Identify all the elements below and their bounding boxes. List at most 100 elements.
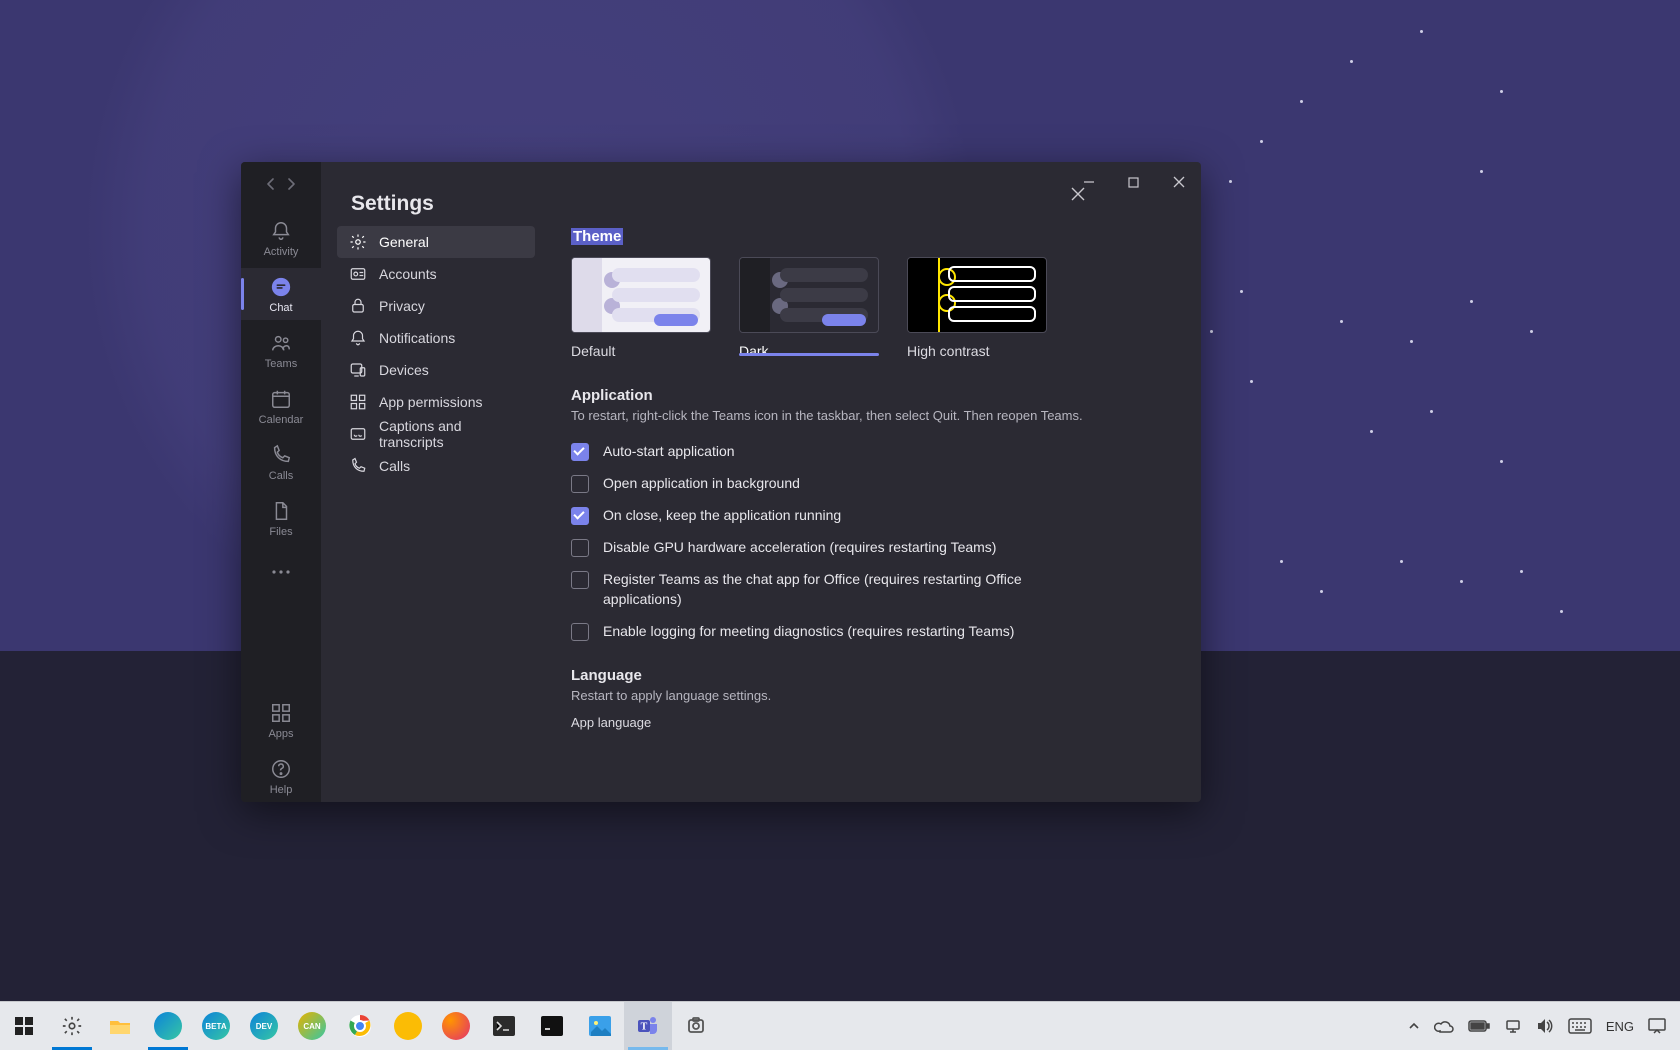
application-option-checkbox[interactable]: [571, 539, 589, 557]
taskbar-teams[interactable]: T: [624, 1002, 672, 1050]
taskbar-snip[interactable]: [672, 1002, 720, 1050]
tray-network-icon[interactable]: [1504, 1019, 1522, 1033]
application-option-label: On close, keep the application running: [603, 505, 841, 525]
taskbar-chrome[interactable]: [336, 1002, 384, 1050]
nav-privacy[interactable]: Privacy: [337, 290, 535, 322]
rail-teams[interactable]: Teams: [241, 324, 321, 376]
theme-dark-preview: [739, 257, 879, 333]
taskbar-edge-beta[interactable]: BETA: [192, 1002, 240, 1050]
taskbar-cmd[interactable]: [528, 1002, 576, 1050]
application-option: Register Teams as the chat app for Offic…: [571, 563, 1031, 615]
svg-text:T: T: [641, 1022, 648, 1033]
close-window-button[interactable]: [1156, 162, 1201, 202]
taskbar-pinned: BETA DEV CAN: [0, 1002, 720, 1050]
theme-hc-preview: [907, 257, 1047, 333]
theme-default[interactable]: Default: [571, 257, 711, 359]
taskbar-settings[interactable]: [48, 1002, 96, 1050]
rail-apps-label: Apps: [241, 728, 321, 740]
settings-panel: Settings General Accounts Privacy: [321, 162, 1201, 802]
tray-notifications-icon[interactable]: [1648, 1018, 1666, 1034]
nav-privacy-label: Privacy: [379, 298, 425, 314]
application-option-label: Open application in background: [603, 473, 800, 493]
rail-chat[interactable]: Chat: [241, 268, 321, 320]
tray-language[interactable]: ENG: [1606, 1019, 1634, 1034]
rail-teams-label: Teams: [241, 358, 321, 370]
close-settings-button[interactable]: [1060, 176, 1096, 212]
nav-general-label: General: [379, 234, 429, 250]
taskbar-chrome-canary[interactable]: [384, 1002, 432, 1050]
rail-activity-label: Activity: [241, 246, 321, 258]
theme-dark[interactable]: Dark: [739, 257, 879, 359]
language-heading: Language: [571, 667, 1171, 684]
rail-files-label: Files: [241, 526, 321, 538]
taskbar-edge-dev[interactable]: DEV: [240, 1002, 288, 1050]
tray-volume-icon[interactable]: [1536, 1018, 1554, 1034]
rail-files[interactable]: Files: [241, 492, 321, 544]
nav-general[interactable]: General: [337, 226, 535, 258]
tray-battery-icon[interactable]: [1468, 1020, 1490, 1032]
application-option-checkbox[interactable]: [571, 443, 589, 461]
application-option-label: Register Teams as the chat app for Offic…: [603, 569, 1031, 609]
language-section: Language Restart to apply language setti…: [571, 667, 1171, 730]
teams-window: Activity Chat Teams Calendar Calls Files: [241, 162, 1201, 802]
application-option-label: Auto-start application: [603, 441, 735, 461]
nav-accounts[interactable]: Accounts: [337, 258, 535, 290]
taskbar-edge[interactable]: [144, 1002, 192, 1050]
taskbar: BETA DEV CAN: [0, 1001, 1680, 1050]
desktop: Activity Chat Teams Calendar Calls Files: [0, 0, 1680, 1050]
settings-content: Theme Default: [535, 222, 1201, 802]
taskbar-edge-canary[interactable]: CAN: [288, 1002, 336, 1050]
system-tray: ENG: [1394, 1018, 1680, 1034]
nav-notifications-label: Notifications: [379, 330, 455, 346]
tray-keyboard-icon[interactable]: [1568, 1018, 1592, 1034]
taskbar-photos[interactable]: [576, 1002, 624, 1050]
application-option-checkbox[interactable]: [571, 507, 589, 525]
theme-heading: Theme: [571, 228, 623, 245]
application-option: Open application in background: [571, 467, 1031, 499]
theme-options: Default Dark: [571, 257, 1171, 359]
rail-calls-label: Calls: [241, 470, 321, 482]
forward-button[interactable]: [285, 177, 297, 193]
nav-devices-label: Devices: [379, 362, 429, 378]
nav-captions[interactable]: Captions and transcripts: [337, 418, 535, 450]
application-option: Auto-start application: [571, 435, 1031, 467]
application-option-label: Disable GPU hardware acceleration (requi…: [603, 537, 996, 557]
application-heading: Application: [571, 387, 1171, 404]
application-option: On close, keep the application running: [571, 499, 1031, 531]
taskbar-terminal[interactable]: [480, 1002, 528, 1050]
rail-activity[interactable]: Activity: [241, 212, 321, 264]
nav-calls[interactable]: Calls: [337, 450, 535, 482]
theme-dark-label: Dark: [739, 341, 879, 359]
theme-hc-label: High contrast: [907, 341, 1047, 359]
tray-onedrive-icon[interactable]: [1434, 1019, 1454, 1033]
application-option-checkbox[interactable]: [571, 571, 589, 589]
back-button[interactable]: [265, 177, 277, 193]
nav-captions-label: Captions and transcripts: [379, 418, 523, 450]
theme-default-preview: [571, 257, 711, 333]
language-description: Restart to apply language settings.: [571, 688, 1171, 703]
tray-overflow[interactable]: [1408, 1020, 1420, 1032]
rail-help-label: Help: [241, 784, 321, 796]
rail-calendar[interactable]: Calendar: [241, 380, 321, 432]
rail-apps[interactable]: Apps: [241, 694, 321, 746]
settings-nav: General Accounts Privacy Notifications: [321, 222, 535, 802]
application-option-checkbox[interactable]: [571, 475, 589, 493]
start-button[interactable]: [0, 1002, 48, 1050]
application-description: To restart, right-click the Teams icon i…: [571, 408, 1171, 423]
taskbar-explorer[interactable]: [96, 1002, 144, 1050]
application-option-checkbox[interactable]: [571, 623, 589, 641]
taskbar-firefox[interactable]: [432, 1002, 480, 1050]
nav-calls-label: Calls: [379, 458, 410, 474]
app-language-label: App language: [571, 715, 1171, 730]
rail-more[interactable]: [241, 548, 321, 592]
nav-app-permissions[interactable]: App permissions: [337, 386, 535, 418]
nav-notifications[interactable]: Notifications: [337, 322, 535, 354]
rail-calls[interactable]: Calls: [241, 436, 321, 488]
nav-app-permissions-label: App permissions: [379, 394, 483, 410]
application-option: Enable logging for meeting diagnostics (…: [571, 615, 1031, 647]
rail-help[interactable]: Help: [241, 750, 321, 802]
nav-devices[interactable]: Devices: [337, 354, 535, 386]
maximize-button[interactable]: [1111, 162, 1156, 202]
rail-calendar-label: Calendar: [241, 414, 321, 426]
theme-high-contrast[interactable]: High contrast: [907, 257, 1047, 359]
